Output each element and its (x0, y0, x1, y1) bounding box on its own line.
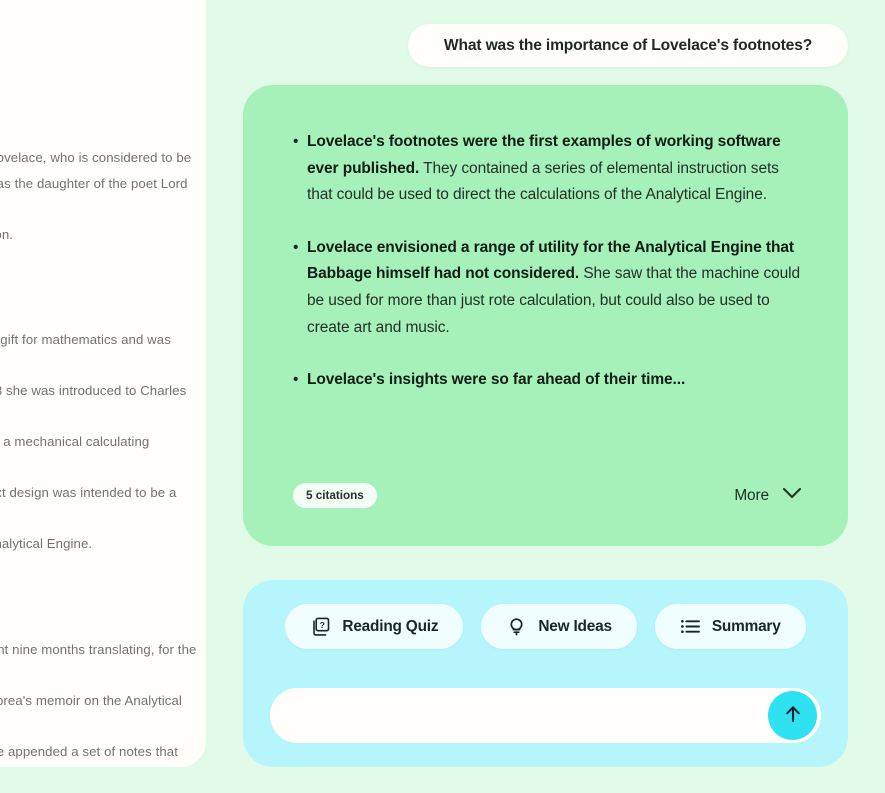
answer-bullet: • Lovelace envisioned a range of utility… (293, 235, 802, 341)
arrow-up-icon (782, 703, 804, 728)
composer-input-row (270, 688, 821, 743)
answer-bullet-lead: Lovelace's insights were so far ahead of… (307, 371, 686, 389)
bullet-marker-icon: • (293, 371, 299, 389)
bullet-marker-icon: • (293, 238, 299, 256)
document-paragraph: From an early age Ada showed a gift for … (0, 332, 187, 551)
send-button[interactable] (768, 691, 817, 740)
composer-panel: ? Reading Quiz New Ideas Summary (243, 580, 848, 767)
chat-column: What was the importance of Lovelace's fo… (206, 0, 885, 793)
chip-summary[interactable]: Summary (654, 604, 806, 649)
chip-new-ideas[interactable]: New Ideas (481, 604, 637, 649)
lightbulb-icon (506, 616, 527, 637)
svg-text:?: ? (320, 620, 325, 630)
citations-badge[interactable]: 5 citations (293, 483, 377, 508)
chip-label: Reading Quiz (342, 617, 439, 635)
user-question-text: What was the importance of Lovelace's fo… (443, 36, 813, 54)
answer-bullet-text: Lovelace envisioned a range of utility f… (307, 235, 802, 341)
bullet-marker-icon: • (293, 133, 299, 150)
assistant-answer-card: • Lovelace's footnotes were the first ex… (243, 85, 848, 546)
more-button[interactable]: More (734, 487, 802, 505)
answer-bullet-text: Lovelace's insights were so far ahead of… (307, 367, 802, 394)
document-paragraph: Augusta Ada King, Countess of Lovelace, … (0, 150, 192, 242)
chip-label: New Ideas (538, 617, 612, 635)
user-question-bubble[interactable]: What was the importance of Lovelace's fo… (408, 24, 848, 67)
chip-label: Summary (711, 617, 781, 635)
composer-input[interactable] (270, 688, 821, 743)
suggestion-chips: ? Reading Quiz New Ideas Summary (243, 604, 848, 649)
chevron-down-icon (782, 487, 802, 505)
answer-bullet-text: Lovelace's footnotes were the first exam… (307, 129, 802, 209)
source-document-body: Augusta Ada King, Countess of Lovelace, … (0, 145, 200, 767)
document-paragraph: Between 1842 and 1843 Ada spent nine mon… (0, 641, 197, 759)
reading-quiz-icon: ? (310, 616, 331, 637)
answer-footer: 5 citations More (293, 483, 802, 508)
chip-reading-quiz[interactable]: ? Reading Quiz (285, 604, 464, 649)
more-label: More (734, 486, 769, 504)
answer-bullet: • Lovelace's footnotes were the first ex… (293, 129, 802, 209)
source-document-panel[interactable]: Augusta Ada King, Countess of Lovelace, … (0, 0, 206, 767)
list-icon (680, 616, 701, 637)
answer-bullet: • Lovelace's insights were so far ahead … (293, 367, 802, 394)
